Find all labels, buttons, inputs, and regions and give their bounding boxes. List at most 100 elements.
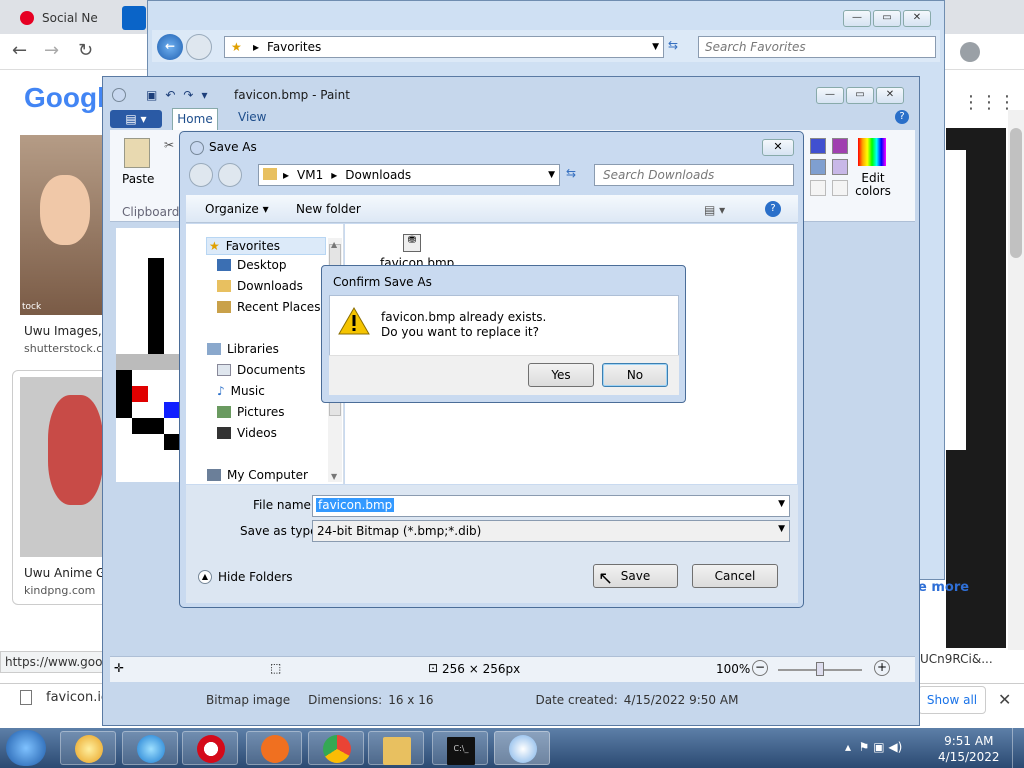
save-as-address-bar[interactable]: ▸ VM1 ▸ Downloads ▼: [258, 164, 560, 186]
documents-icon: [217, 364, 231, 376]
favorites-address-bar[interactable]: ★ ▸ Favorites ▼: [224, 36, 664, 58]
favorites-search-input[interactable]: Search Favorites: [698, 36, 936, 58]
page-scroll-thumb[interactable]: [1010, 128, 1022, 258]
confirm-message-line1: favicon.bmp already exists.: [381, 310, 547, 324]
chevron-right-icon: ▸: [283, 168, 290, 182]
nav-my-computer[interactable]: My Computer: [207, 468, 308, 482]
yes-button[interactable]: Yes: [528, 363, 594, 387]
refresh-icon[interactable]: ⇆: [566, 166, 576, 180]
zoom-in-icon[interactable]: +: [874, 660, 890, 676]
back-icon[interactable]: ←: [157, 34, 183, 60]
breadcrumb-vm1[interactable]: VM1: [297, 168, 323, 182]
outlook-tab-icon[interactable]: [122, 6, 146, 30]
taskbar-app-edge[interactable]: [122, 731, 178, 765]
nav-recent-places[interactable]: Recent Places: [217, 300, 320, 314]
firefox-icon: [75, 735, 103, 763]
save-as-type-select[interactable]: 24-bit Bitmap (*.bmp;*.dib) ▼: [312, 520, 790, 542]
maximize-button[interactable]: ▭: [846, 87, 874, 104]
edit-colors-button[interactable]: Edit colors: [850, 172, 896, 198]
favorites-window-controls: — ▭ ✕: [843, 10, 931, 27]
taskbar-app-paint[interactable]: [494, 731, 550, 765]
forward-icon[interactable]: →: [44, 40, 59, 61]
see-more-link[interactable]: e more: [918, 580, 969, 595]
chevron-down-icon[interactable]: ▼: [548, 170, 555, 180]
organize-button[interactable]: Organize ▾: [205, 202, 269, 216]
help-icon[interactable]: ?: [765, 201, 781, 217]
chevron-down-icon[interactable]: ▼: [652, 42, 659, 52]
paste-button[interactable]: Paste: [122, 172, 154, 186]
taskbar-app-cmd[interactable]: C:\_: [432, 731, 488, 765]
tab-home[interactable]: Home: [172, 108, 218, 130]
view-options-icon[interactable]: ▤ ▾: [704, 203, 725, 217]
chevron-down-icon[interactable]: ▼: [778, 524, 785, 534]
minimize-button[interactable]: —: [843, 10, 871, 27]
paint-menu-button[interactable]: ▤ ▾: [110, 110, 162, 128]
breadcrumb-downloads[interactable]: Downloads: [345, 168, 411, 182]
hide-folders-button[interactable]: ▲ Hide Folders: [198, 570, 293, 584]
chevron-down-icon[interactable]: ▼: [778, 499, 785, 509]
help-icon[interactable]: ?: [895, 110, 909, 124]
taskbar-app-explorer[interactable]: [368, 731, 424, 765]
color-swatch[interactable]: [832, 159, 848, 175]
show-all-button[interactable]: Show all: [918, 686, 986, 714]
nav-music[interactable]: ♪ Music: [217, 384, 265, 398]
chrome-tab-social[interactable]: Social Ne: [10, 4, 120, 32]
selection-icon: ⬚: [270, 661, 282, 675]
color-swatch[interactable]: [810, 138, 826, 154]
forward-icon[interactable]: [186, 34, 212, 60]
google-logo[interactable]: Googl: [24, 82, 105, 114]
nav-videos[interactable]: Videos: [217, 426, 277, 440]
no-button[interactable]: No: [602, 363, 668, 387]
color-swatch[interactable]: [810, 159, 826, 175]
close-icon[interactable]: ✕: [998, 690, 1011, 709]
show-desktop-button[interactable]: [1012, 728, 1024, 768]
nav-pictures[interactable]: Pictures: [217, 405, 285, 419]
taskbar-app-chrome[interactable]: [308, 731, 364, 765]
pixel: [148, 258, 164, 274]
refresh-icon[interactable]: ⇆: [668, 38, 678, 52]
maximize-button[interactable]: ▭: [873, 10, 901, 27]
scroll-up-icon[interactable]: ▲: [331, 240, 337, 249]
start-button[interactable]: [6, 730, 46, 766]
clock[interactable]: 9:51 AM 4/15/2022: [938, 733, 1000, 765]
taskbar-app-firefox[interactable]: [60, 731, 116, 765]
edit-colors-icon[interactable]: [858, 138, 886, 166]
result-title-2[interactable]: Uwu Anime Gi: [24, 566, 109, 580]
reload-icon[interactable]: ↻: [78, 40, 93, 61]
nav-libraries[interactable]: Libraries: [207, 342, 279, 356]
system-tray[interactable]: ▴ ⚑ ▣ ◀): [845, 740, 902, 754]
close-button[interactable]: ✕: [876, 87, 904, 104]
zoom-slider-thumb[interactable]: [816, 662, 824, 676]
clipboard-icon[interactable]: [124, 138, 150, 168]
color-swatch[interactable]: [832, 180, 848, 196]
back-icon[interactable]: ←: [12, 40, 27, 61]
nav-desktop[interactable]: Desktop: [217, 258, 287, 272]
bitmap-file-icon[interactable]: ⛃: [403, 234, 421, 252]
close-button[interactable]: ✕: [903, 10, 931, 27]
forward-icon[interactable]: [218, 163, 242, 187]
desktop-icon: [217, 259, 231, 271]
nav-favorites[interactable]: ★ Favorites: [206, 237, 326, 255]
scroll-down-icon[interactable]: ▼: [331, 472, 337, 481]
address-segment[interactable]: Favorites: [267, 40, 321, 54]
zoom-out-icon[interactable]: −: [752, 660, 768, 676]
color-swatch[interactable]: [810, 180, 826, 196]
paint-canvas[interactable]: [116, 228, 180, 482]
taskbar-app-opera[interactable]: [182, 731, 238, 765]
profile-avatar[interactable]: [960, 42, 980, 62]
tab-view[interactable]: View: [238, 110, 266, 124]
close-button[interactable]: ✕: [762, 139, 794, 156]
color-swatch[interactable]: [832, 138, 848, 154]
file-name-value[interactable]: favicon.bmp: [316, 498, 395, 512]
search-downloads-input[interactable]: Search Downloads: [594, 164, 794, 186]
avast-icon: [261, 735, 289, 763]
cancel-button[interactable]: Cancel: [692, 564, 778, 588]
minimize-button[interactable]: —: [816, 87, 844, 104]
nav-documents[interactable]: Documents: [217, 363, 305, 377]
new-folder-button[interactable]: New folder: [296, 202, 361, 216]
nav-downloads[interactable]: Downloads: [217, 279, 303, 293]
taskbar-app-avast[interactable]: [246, 731, 302, 765]
result-title-1[interactable]: Uwu Images, S: [24, 324, 113, 338]
cut-icon[interactable]: ✂: [164, 138, 174, 152]
back-icon[interactable]: [189, 163, 213, 187]
